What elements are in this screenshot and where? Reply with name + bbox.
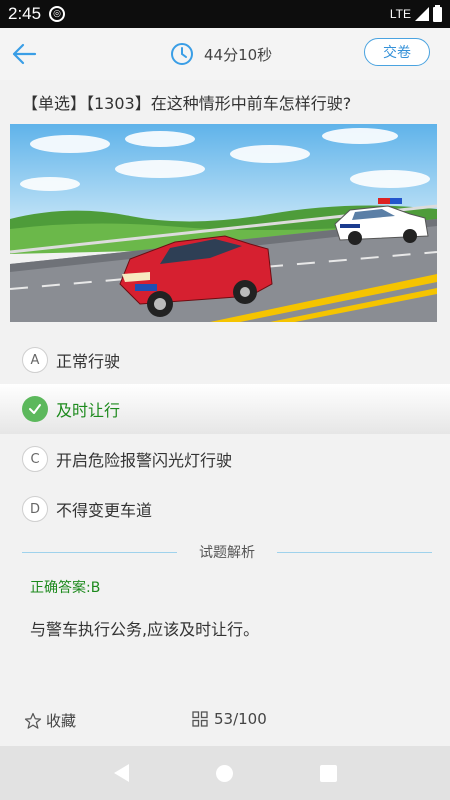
notification-icon: ◎ [49, 6, 66, 22]
network-label: LTE [389, 7, 411, 21]
question-illustration [10, 124, 437, 322]
signal-icon [415, 7, 429, 21]
option-a[interactable]: A 正常行驶 [0, 335, 450, 385]
clock-icon [171, 43, 193, 65]
back-arrow-icon [12, 43, 37, 65]
timer-text: 44分10秒 [204, 45, 273, 64]
analysis-divider: 试题解析 [22, 542, 432, 562]
grid-icon [192, 711, 208, 727]
option-text-c: 开启危险报警闪光灯行驶 [56, 451, 233, 470]
option-letter-d: D [22, 496, 48, 522]
option-b[interactable]: 及时让行 [0, 384, 450, 434]
nav-recent-icon[interactable] [319, 764, 337, 782]
status-time: 2:45 [8, 4, 42, 23]
option-text-b: 及时让行 [56, 401, 121, 420]
progress-text: 53/100 [214, 710, 267, 728]
option-letter-c: C [22, 446, 48, 472]
status-icons: LTE [389, 4, 442, 22]
option-c[interactable]: C 开启危险报警闪光灯行驶 [0, 434, 450, 484]
option-d[interactable]: D 不得变更车道 [0, 484, 450, 534]
option-text-a: 正常行驶 [56, 352, 121, 371]
divider-line-right [277, 551, 432, 553]
submit-exam-button[interactable]: 交卷 [364, 38, 430, 66]
status-bar: 2:45 ◎ LTE [0, 0, 450, 28]
system-nav-bar [0, 746, 450, 800]
check-icon [22, 396, 48, 422]
exam-timer: 44分10秒 [170, 38, 272, 70]
divider-line-left [22, 551, 177, 553]
analysis-title: 试题解析 [199, 545, 255, 561]
favorite-label: 收藏 [46, 712, 77, 730]
option-text-d: 不得变更车道 [56, 501, 153, 520]
bottom-bar: 收藏 53/100 [0, 700, 450, 744]
correct-answer: 正确答案:B [30, 580, 101, 596]
question-progress-button[interactable]: 53/100 [192, 710, 267, 728]
back-button[interactable] [8, 38, 40, 70]
nav-back-icon[interactable] [113, 764, 129, 782]
star-icon [24, 712, 42, 729]
nav-home-icon[interactable] [215, 764, 233, 782]
favorite-button[interactable]: 收藏 [24, 710, 76, 731]
question-text: 【单选】【1303】在这种情形中前车怎样行驶? [22, 94, 352, 113]
header: 44分10秒 交卷 [0, 28, 450, 80]
explanation-text: 与警车执行公务,应该及时让行。 [30, 620, 260, 639]
option-letter-a: A [22, 347, 48, 373]
battery-icon [433, 4, 442, 22]
